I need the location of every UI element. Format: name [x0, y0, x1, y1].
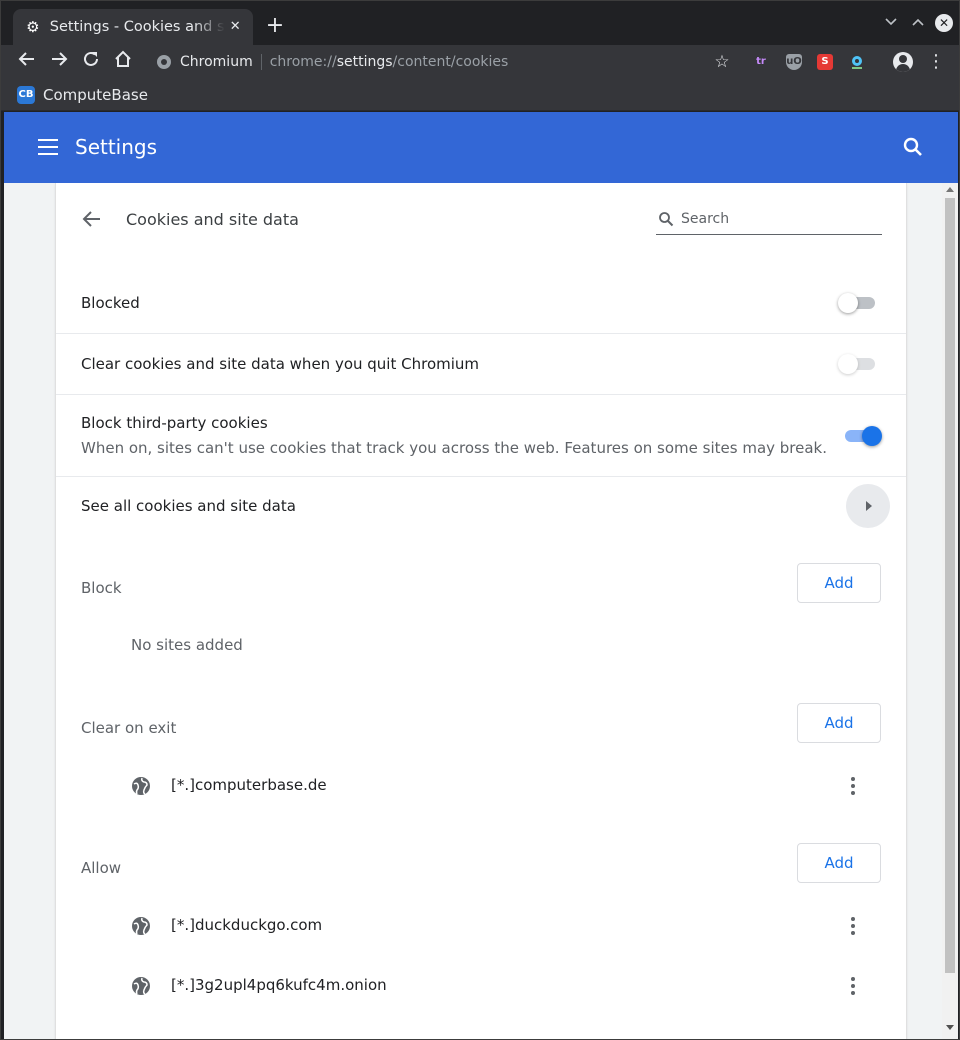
home-button[interactable]: [111, 50, 135, 74]
forward-button[interactable]: [47, 50, 71, 74]
block-third-party-row[interactable]: Block third-party cookies When on, sites…: [56, 395, 906, 477]
allow-add-button[interactable]: Add: [797, 843, 881, 883]
block-add-button[interactable]: Add: [797, 563, 881, 603]
see-all-cookies-row[interactable]: See all cookies and site data: [56, 477, 906, 537]
tab-close-icon[interactable]: ✕: [225, 17, 245, 37]
page-title: Cookies and site data: [126, 210, 299, 229]
settings-title: Settings: [75, 135, 158, 159]
block-empty-text: No sites added: [131, 636, 243, 654]
allow-section-label: Allow: [81, 859, 122, 877]
new-tab-button[interactable]: +: [263, 14, 287, 38]
chevron-down-icon[interactable]: [881, 13, 901, 33]
tab-strip: ⚙ Settings - Cookies and site data ✕ + ✕: [1, 1, 959, 45]
settings-content: Cookies and site data Blocked Clear cook…: [4, 183, 958, 1039]
site-name: [*.]computerbase.de: [171, 776, 327, 794]
clear-on-quit-label: Clear cookies and site data when you qui…: [81, 355, 480, 373]
computebase-icon: CB: [17, 86, 35, 104]
scrollbar-thumb[interactable]: [945, 198, 955, 973]
reload-button[interactable]: [79, 50, 103, 74]
search-icon: [659, 212, 674, 227]
more-actions-icon[interactable]: [841, 974, 865, 998]
url-path: /content/cookies: [392, 54, 509, 70]
chromium-icon: [157, 55, 171, 69]
search-icon[interactable]: [902, 136, 924, 158]
chevron-up-icon[interactable]: [908, 13, 928, 33]
clear-on-exit-section-label: Clear on exit: [81, 719, 177, 737]
block-third-party-label: Block third-party cookies: [81, 414, 268, 432]
see-all-cookies-label: See all cookies and site data: [81, 497, 296, 515]
more-actions-icon[interactable]: [841, 914, 865, 938]
omnibox[interactable]: Chromium chrome://settings/content/cooki…: [149, 49, 749, 75]
translate-extension-icon[interactable]: tr: [753, 54, 769, 70]
blocked-toggle[interactable]: [838, 293, 878, 313]
bookmarks-bar: CB ComputeBase: [1, 79, 959, 111]
tab-title: Settings - Cookies and site data: [49, 19, 226, 35]
menu-icon[interactable]: [38, 139, 58, 155]
settings-header: Settings: [4, 112, 958, 183]
omnibox-chip: Chromium: [180, 54, 253, 70]
search-input[interactable]: [681, 209, 876, 229]
scrollbar[interactable]: [942, 183, 958, 1039]
url-host: settings: [336, 54, 393, 70]
clear-on-quit-row[interactable]: Clear cookies and site data when you qui…: [56, 334, 906, 395]
subpage-header: Cookies and site data: [56, 183, 906, 255]
site-row: [*.]3g2upl4pq6kufc4m.onion: [56, 964, 906, 1008]
gear-icon: ⚙: [26, 18, 40, 36]
location-extension-icon[interactable]: [849, 54, 865, 70]
omnibox-separator: [260, 54, 262, 70]
clear-on-quit-toggle[interactable]: [838, 354, 878, 374]
bookmark-label: ComputeBase: [43, 86, 148, 104]
star-icon[interactable]: ☆: [710, 50, 734, 74]
window-close-button[interactable]: ✕: [935, 14, 953, 32]
browser-toolbar: Chromium chrome://settings/content/cooki…: [1, 45, 959, 79]
globe-icon: [132, 917, 150, 935]
stylus-extension-icon[interactable]: S: [817, 54, 833, 70]
clear-on-exit-add-button[interactable]: Add: [797, 703, 881, 743]
more-actions-icon[interactable]: [841, 774, 865, 798]
browser-menu-icon[interactable]: ⋮: [927, 50, 945, 74]
site-name: [*.]3g2upl4pq6kufc4m.onion: [171, 976, 387, 994]
back-button[interactable]: [15, 50, 39, 74]
site-row: [*.]computerbase.de: [56, 764, 906, 808]
back-arrow-icon[interactable]: [80, 207, 104, 231]
scroll-down-arrow-icon[interactable]: [946, 1025, 954, 1030]
tab-settings[interactable]: ⚙ Settings - Cookies and site data ✕: [13, 9, 253, 45]
browser-window: ⚙ Settings - Cookies and site data ✕ + ✕…: [0, 0, 960, 1040]
site-name: [*.]duckduckgo.com: [171, 916, 323, 934]
block-section-label: Block: [81, 579, 122, 597]
ublock-origin-icon[interactable]: uO: [786, 54, 802, 70]
scroll-up-arrow-icon[interactable]: [946, 187, 954, 192]
globe-icon: [132, 977, 150, 995]
globe-icon: [132, 777, 150, 795]
site-row: [*.]duckduckgo.com: [56, 904, 906, 948]
url-scheme: chrome://: [269, 54, 337, 70]
block-third-party-toggle[interactable]: [842, 426, 882, 446]
profile-avatar[interactable]: [893, 52, 913, 72]
cookies-card: Cookies and site data Blocked Clear cook…: [56, 183, 906, 1039]
block-third-party-description: When on, sites can't use cookies that tr…: [81, 439, 828, 457]
blocked-row[interactable]: Blocked: [56, 273, 906, 334]
chevron-right-icon[interactable]: [846, 484, 890, 528]
search-field[interactable]: [656, 209, 882, 235]
blocked-label: Blocked: [81, 294, 140, 312]
bookmark-computebase[interactable]: CB ComputeBase: [17, 84, 148, 106]
